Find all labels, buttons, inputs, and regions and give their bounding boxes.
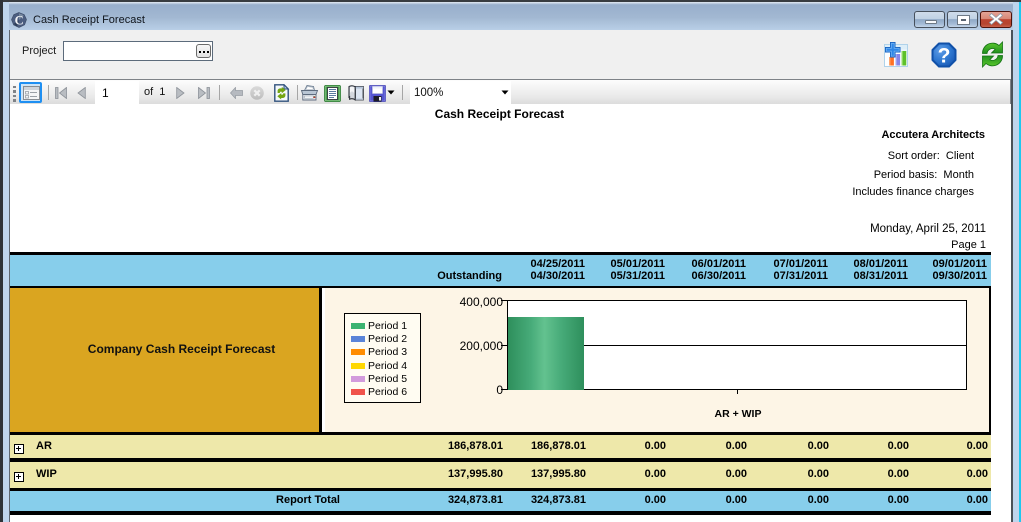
svg-text:?: ?: [938, 45, 951, 68]
svg-text:C: C: [15, 13, 24, 27]
